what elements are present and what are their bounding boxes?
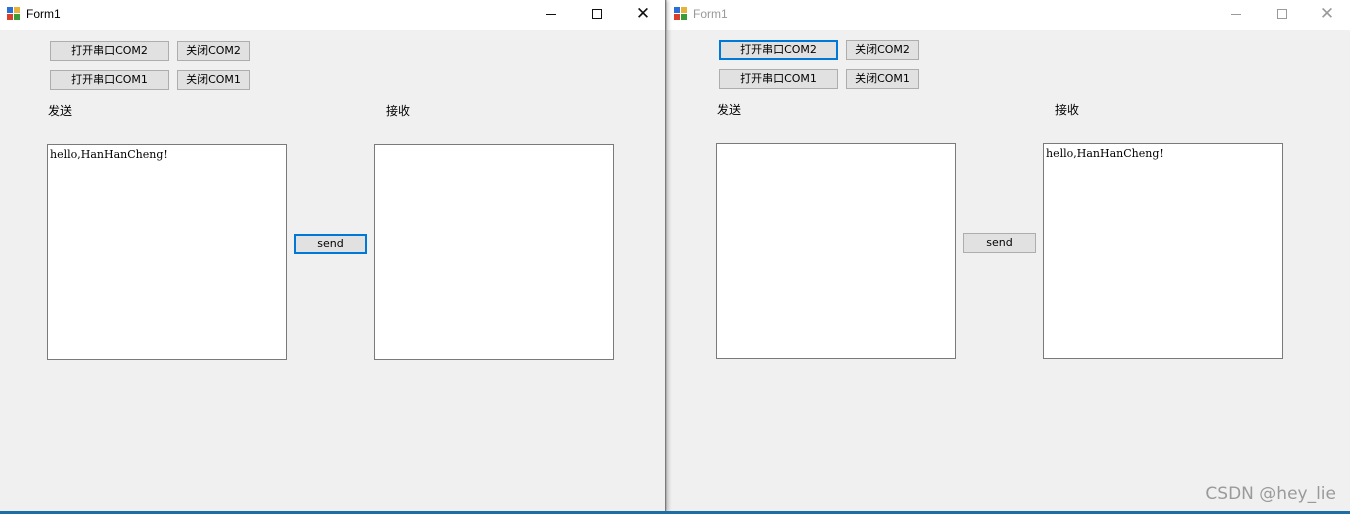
title-bar[interactable]: Form1 ✕ <box>0 0 665 30</box>
open-com2-button[interactable]: 打开串口COM2 <box>50 41 169 61</box>
maximize-icon[interactable] <box>1259 0 1305 29</box>
send-textbox[interactable] <box>716 143 956 359</box>
open-com2-button[interactable]: 打开串口COM2 <box>719 40 838 60</box>
form1-window-right: Form1 ✕ 打开串口COM2 关闭COM2 打开串口COM1 关闭COM1 … <box>667 0 1350 512</box>
minimize-icon[interactable] <box>1213 0 1259 29</box>
receive-label: 接收 <box>386 104 411 118</box>
maximize-icon[interactable] <box>574 0 620 29</box>
send-label: 发送 <box>48 104 73 118</box>
send-textbox[interactable]: hello,HanHanCheng! <box>47 144 287 360</box>
send-button[interactable]: send <box>294 234 367 254</box>
close-icon[interactable]: ✕ <box>1304 0 1350 29</box>
open-com1-button[interactable]: 打开串口COM1 <box>719 69 838 89</box>
send-label: 发送 <box>717 103 742 117</box>
send-button[interactable]: send <box>963 233 1036 253</box>
window-title: Form1 <box>26 7 61 21</box>
title-bar[interactable]: Form1 ✕ <box>667 0 1350 30</box>
minimize-icon[interactable] <box>528 0 574 29</box>
form1-window-left: Form1 ✕ 打开串口COM2 关闭COM2 打开串口COM1 关闭COM1 … <box>0 0 666 512</box>
close-com1-button[interactable]: 关闭COM1 <box>846 69 919 89</box>
receive-textbox[interactable]: hello,HanHanCheng! <box>1043 143 1283 359</box>
window-title: Form1 <box>693 7 728 21</box>
watermark: CSDN @hey_lie <box>1205 484 1336 504</box>
receive-label: 接收 <box>1055 103 1080 117</box>
close-com1-button[interactable]: 关闭COM1 <box>177 70 250 90</box>
app-icon <box>7 7 20 20</box>
open-com1-button[interactable]: 打开串口COM1 <box>50 70 169 90</box>
app-icon <box>674 7 687 20</box>
receive-textbox[interactable] <box>374 144 614 360</box>
close-com2-button[interactable]: 关闭COM2 <box>177 41 250 61</box>
close-icon[interactable]: ✕ <box>620 0 666 29</box>
close-com2-button[interactable]: 关闭COM2 <box>846 40 919 60</box>
